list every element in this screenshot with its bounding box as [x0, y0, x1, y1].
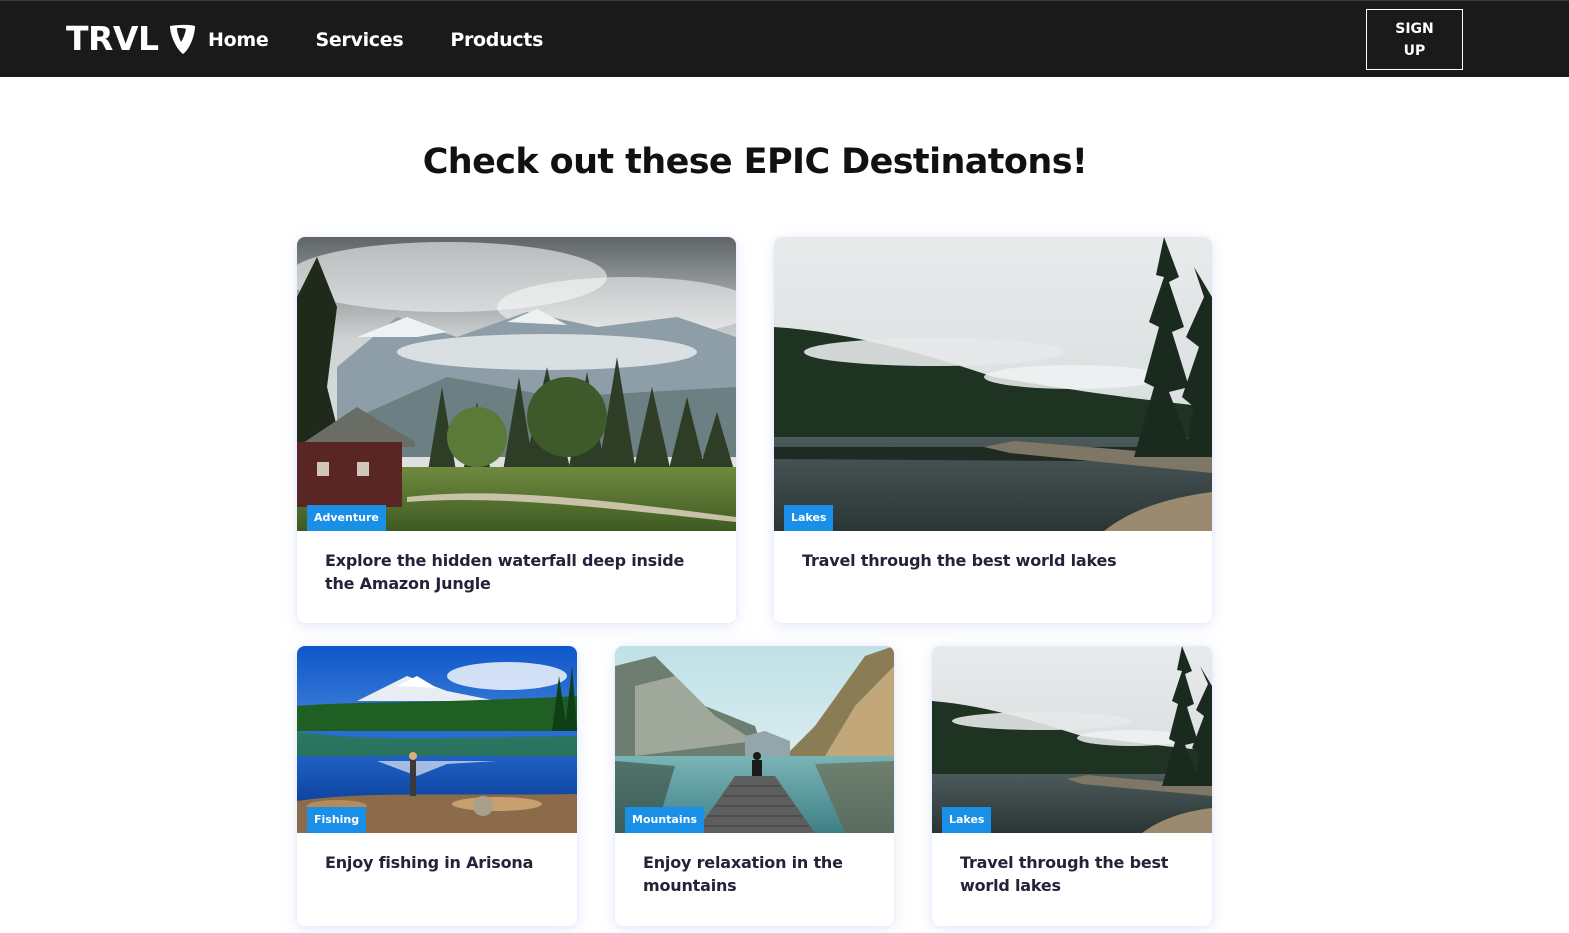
card-title[interactable]: Travel through the best world lakes [932, 833, 1212, 897]
destination-card-fishing[interactable]: Fishing Enjoy fishing in Arisona [297, 646, 577, 926]
destination-card-lakes-2[interactable]: Lakes Travel through the best world lake… [932, 646, 1212, 926]
sign-up-label: SIGN UP [1395, 18, 1434, 62]
destination-card-mountains[interactable]: Mountains Enjoy relaxation in the mounta… [615, 646, 894, 926]
brand-logo[interactable]: TRVL [66, 19, 197, 59]
sign-up-button[interactable]: SIGN UP [1366, 9, 1463, 70]
typo3-logo-icon [167, 22, 197, 56]
destination-card-adventure[interactable]: Adventure Explore the hidden waterfall d… [297, 237, 736, 623]
destination-card-lakes[interactable]: Lakes Travel through the best world lake… [774, 237, 1212, 623]
sign-up-label-line1: SIGN [1395, 20, 1434, 37]
card-image-fishing-lake: Fishing [297, 646, 577, 833]
nav-link-home[interactable]: Home [208, 29, 269, 51]
card-category-badge: Lakes [942, 807, 992, 833]
nav-link-services[interactable]: Services [315, 29, 403, 51]
card-image-forest-lake: Lakes [932, 646, 1212, 833]
card-category-badge: Fishing [307, 807, 367, 833]
card-category-badge: Mountains [625, 807, 704, 833]
card-category-badge: Lakes [784, 505, 834, 531]
card-image-mountain-pier: Mountains [615, 646, 894, 833]
navbar: TRVL Home Services Products SIGN UP [0, 0, 1569, 77]
page-title: Check out these EPIC Destinatons! [422, 142, 1088, 182]
brand-name: TRVL [66, 19, 159, 58]
card-title[interactable]: Travel through the best world lakes [774, 531, 1212, 572]
card-image-mountain-cabin: Adventure [297, 237, 736, 531]
card-title[interactable]: Enjoy fishing in Arisona [297, 833, 577, 874]
card-title[interactable]: Enjoy relaxation in the mountains [615, 833, 894, 897]
main-nav: Home Services Products [208, 1, 590, 78]
nav-link-products[interactable]: Products [450, 29, 543, 51]
card-title[interactable]: Explore the hidden waterfall deep inside… [297, 531, 736, 595]
sign-up-label-line2: UP [1403, 42, 1426, 59]
card-category-badge: Adventure [307, 505, 386, 531]
card-image-forest-lake: Lakes [774, 237, 1212, 531]
